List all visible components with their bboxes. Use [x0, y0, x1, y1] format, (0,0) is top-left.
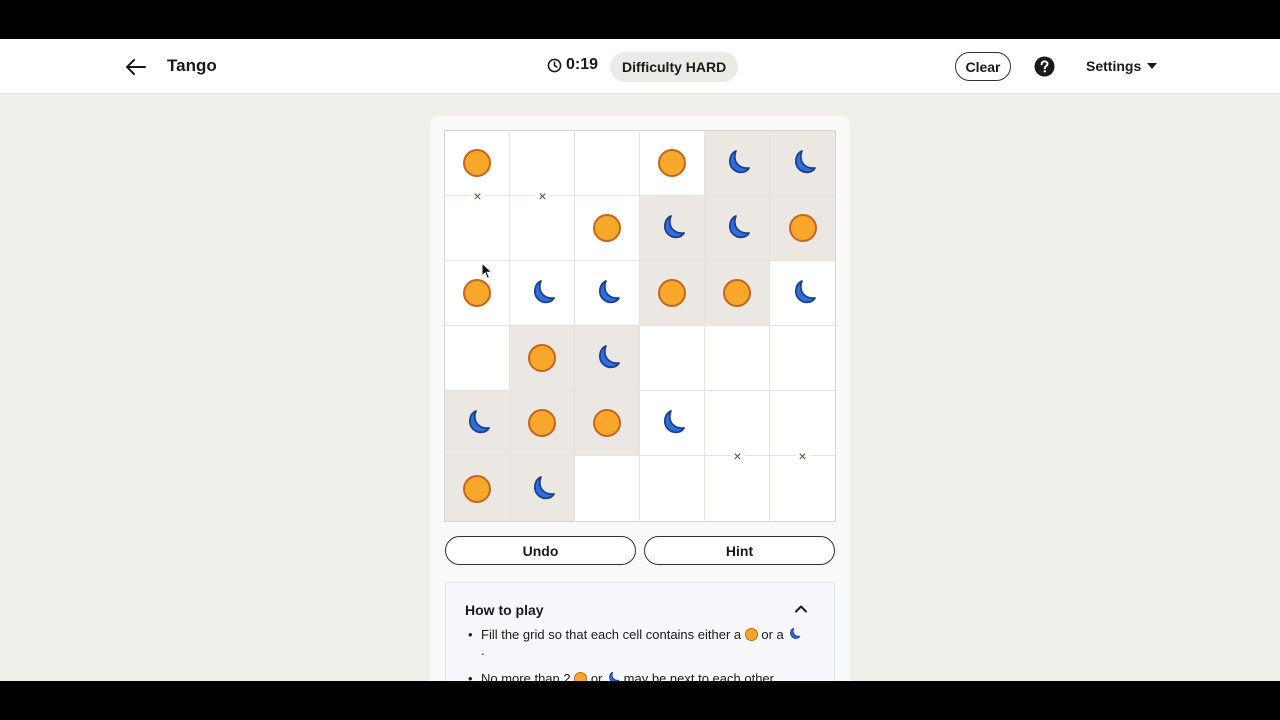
- moon-icon: [527, 474, 557, 504]
- game-viewport: Tango 0:19 Difficulty HARD Clear Setting…: [0, 39, 1280, 681]
- difficulty-badge: Difficulty HARD: [610, 52, 739, 82]
- board-cell-r1c4[interactable]: [705, 196, 770, 261]
- board-cell-r5c4[interactable]: [705, 456, 770, 521]
- board-cell-r4c1[interactable]: [510, 391, 575, 456]
- undo-button[interactable]: Undo: [445, 536, 636, 565]
- board-cell-r0c1[interactable]: [510, 131, 575, 196]
- question-circle-icon: [1034, 56, 1055, 77]
- board-cell-r0c4[interactable]: [705, 131, 770, 196]
- board-cell-r5c1[interactable]: [510, 456, 575, 521]
- board-cell-r0c0[interactable]: [445, 131, 510, 196]
- board-cell-r5c0[interactable]: [445, 456, 510, 521]
- how-to-play-title: How to play: [465, 602, 544, 618]
- how-to-play-section: How to play Fill the grid so that each c…: [445, 582, 835, 681]
- board-cell-r1c0[interactable]: [445, 196, 510, 261]
- back-button[interactable]: [122, 53, 150, 81]
- cross-constraint-icon: ×: [730, 449, 745, 463]
- settings-dropdown[interactable]: Settings: [1086, 58, 1158, 74]
- board-cell-r3c3[interactable]: [640, 326, 705, 391]
- board-cell-r3c4[interactable]: [705, 326, 770, 391]
- rules-list: Fill the grid so that each cell contains…: [465, 627, 805, 681]
- rule-text: .: [481, 643, 485, 658]
- sun-icon: [528, 344, 556, 372]
- moon-icon: [592, 343, 622, 373]
- moon-icon: [592, 278, 622, 308]
- rule-text: or a: [761, 627, 784, 642]
- board-cell-r1c2[interactable]: [575, 196, 640, 261]
- moon-icon: [788, 148, 818, 178]
- hint-button[interactable]: Hint: [644, 536, 835, 565]
- board-cell-r4c4[interactable]: [705, 391, 770, 456]
- clear-button[interactable]: Clear: [955, 52, 1011, 81]
- timer-value: 0:19: [566, 56, 599, 73]
- board-cell-r2c4[interactable]: [705, 261, 770, 326]
- board-cell-r2c5[interactable]: [770, 261, 835, 326]
- help-button[interactable]: [1034, 56, 1055, 77]
- sun-icon: [744, 628, 758, 641]
- settings-label: Settings: [1086, 58, 1142, 74]
- sun-icon: [658, 149, 686, 177]
- moon-icon: [657, 408, 687, 438]
- board-cell-r5c2[interactable]: [575, 456, 640, 521]
- moon-icon: [722, 148, 752, 178]
- board-cell-r1c1[interactable]: [510, 196, 575, 261]
- board-cell-r1c3[interactable]: [640, 196, 705, 261]
- timer: 0:19: [547, 56, 598, 74]
- board-cell-r1c5[interactable]: [770, 196, 835, 261]
- board-cell-r2c1[interactable]: [510, 261, 575, 326]
- sun-icon: [463, 474, 491, 503]
- clock-icon: [547, 58, 562, 72]
- page-title: Tango: [167, 56, 217, 75]
- moon-icon: [788, 278, 818, 308]
- rule-text: or: [590, 671, 603, 681]
- board-cell-r4c3[interactable]: [640, 391, 705, 456]
- board-cell-r0c5[interactable]: [770, 131, 835, 196]
- board-cell-r2c3[interactable]: [640, 261, 705, 326]
- top-bar: Tango 0:19 Difficulty HARD Clear Setting…: [0, 39, 1280, 94]
- sun-icon: [574, 672, 588, 681]
- board-cell-r3c1[interactable]: [510, 326, 575, 391]
- board-cell-r4c2[interactable]: [575, 391, 640, 456]
- board-cell-r3c2[interactable]: [575, 326, 640, 391]
- rule-text: No more than 2: [481, 671, 571, 681]
- sun-icon: [593, 409, 621, 437]
- rule-text: Fill the grid so that each cell contains…: [481, 627, 742, 642]
- board-cell-r5c5[interactable]: [770, 456, 835, 521]
- board-cell-r2c0[interactable]: [445, 261, 510, 326]
- rule-item: Fill the grid so that each cell contains…: [465, 627, 805, 659]
- chevron-up-icon: [795, 605, 807, 613]
- board-cell-r0c2[interactable]: [575, 131, 640, 196]
- sun-icon: [593, 214, 621, 242]
- moon-icon: [722, 213, 752, 243]
- sun-icon: [528, 409, 556, 437]
- cross-constraint-icon: ×: [795, 449, 810, 463]
- arrow-left-icon: [126, 59, 146, 75]
- moon-icon: [462, 408, 492, 438]
- tango-board: × × × ×: [444, 130, 836, 522]
- moon-icon: [527, 278, 557, 308]
- board-cell-r2c2[interactable]: [575, 261, 640, 326]
- board-cell-r3c0[interactable]: [445, 326, 510, 391]
- board-cell-r4c0[interactable]: [445, 391, 510, 456]
- collapse-button[interactable]: [792, 600, 810, 618]
- cross-constraint-icon: ×: [535, 189, 550, 203]
- rule-text: may be next to each other: [623, 671, 774, 681]
- board-cell-r3c5[interactable]: [770, 326, 835, 391]
- sun-icon: [658, 279, 686, 307]
- sun-icon: [723, 279, 751, 307]
- board-cell-r0c3[interactable]: [640, 131, 705, 196]
- rule-item: No more than 2 or may be next to each ot…: [465, 671, 805, 681]
- game-panel: × × × × Undo Hint How to play Fill the grid…: [430, 116, 850, 681]
- cross-constraint-icon: ×: [470, 189, 485, 203]
- sun-icon: [463, 149, 491, 177]
- board-cell-r4c5[interactable]: [770, 391, 835, 456]
- sun-icon: [463, 279, 491, 307]
- moon-icon: [657, 213, 687, 243]
- moon-icon: [790, 627, 801, 639]
- board-cell-r5c3[interactable]: [640, 456, 705, 521]
- caret-down-icon: [1147, 63, 1158, 69]
- moon-icon: [609, 671, 620, 681]
- sun-icon: [788, 214, 817, 242]
